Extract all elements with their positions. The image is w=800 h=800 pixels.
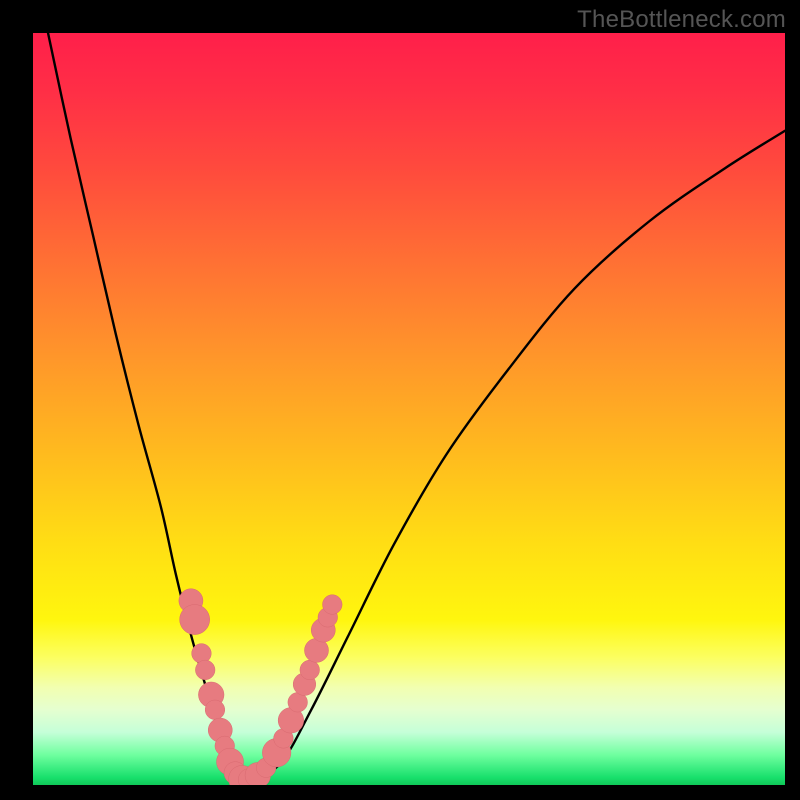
marker-dot xyxy=(180,605,210,635)
bottleneck-curve xyxy=(48,33,785,782)
marker-dot xyxy=(205,700,225,720)
marker-dot xyxy=(323,595,343,615)
chart-overlay xyxy=(33,33,785,785)
marker-dot xyxy=(192,644,212,664)
marker-dot xyxy=(300,660,320,680)
chart-frame: TheBottleneck.com xyxy=(0,0,800,800)
plot-area xyxy=(33,33,785,785)
marker-dot xyxy=(195,660,215,680)
highlighted-points xyxy=(179,589,342,785)
watermark-text: TheBottleneck.com xyxy=(577,6,786,34)
